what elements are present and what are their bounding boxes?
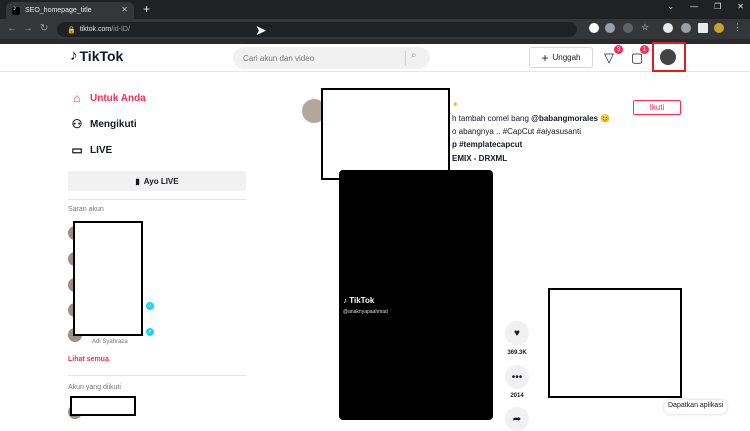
- divider: [68, 375, 246, 376]
- menu-kebab-icon[interactable]: ⋮: [733, 22, 743, 32]
- redaction-box: [321, 88, 450, 180]
- lock-icon: 🔒: [67, 26, 76, 34]
- tab-close-icon[interactable]: ✕: [121, 5, 128, 14]
- post-caption-line: o abangnya .. #CapCut #aiyasusanti: [452, 127, 581, 136]
- sparkle-icon: ✦: [452, 100, 459, 109]
- search-input[interactable]: [233, 53, 393, 63]
- caption-text: h tambah comel bang: [452, 114, 532, 123]
- window-controls: ⌄ — ❐ ✕: [667, 2, 744, 11]
- browser-tab-strip: SEO_homepage_title ✕ + ⌄ — ❐ ✕: [0, 0, 750, 19]
- reload-icon[interactable]: ↻: [40, 23, 48, 34]
- video-watermark: ♪ TikTok: [343, 296, 375, 305]
- go-live-label: Ayo LIVE: [143, 176, 179, 186]
- bookmark-star-icon[interactable]: ☆: [641, 22, 651, 32]
- forward-icon[interactable]: →: [23, 23, 33, 34]
- go-live-button[interactable]: ▮ Ayo LIVE: [68, 171, 246, 191]
- like-button[interactable]: ♥: [505, 321, 529, 345]
- comment-button[interactable]: •••: [505, 365, 529, 389]
- following-accounts-title: Akun yang diikuti: [68, 384, 121, 391]
- plus-icon: +: [541, 50, 549, 65]
- inbox-filter-icon[interactable]: ▽: [604, 50, 614, 66]
- site-header: ♪ TikTok ⌕ + Unggah ▽ 3 ▢ 1: [0, 44, 750, 72]
- post-music[interactable]: EMIX - DRXML: [452, 154, 507, 163]
- caption-emoji: 😊: [600, 114, 611, 123]
- share-icon[interactable]: [623, 23, 633, 33]
- url-host: tiktok.com: [79, 26, 112, 33]
- sidebar-item-label: Untuk Anda: [90, 92, 146, 104]
- extension-icon[interactable]: [605, 23, 615, 33]
- logo-text: TikTok: [79, 47, 124, 64]
- see-all-link[interactable]: Lihat semua: [68, 356, 109, 363]
- verified-icon: ✓: [146, 302, 154, 310]
- watermark-username: @anaknyapaahmad: [343, 309, 388, 315]
- share-arrow-icon: ➦: [512, 413, 522, 425]
- back-icon[interactable]: ←: [7, 23, 17, 34]
- heart-icon: ♥: [514, 327, 520, 339]
- search-bar: ⌕: [233, 47, 430, 69]
- post-hashtags[interactable]: p #templatecapcut: [452, 140, 522, 149]
- sidebar-item-following[interactable]: ⚇ Mengikuti: [70, 117, 137, 131]
- redaction-box: [548, 288, 682, 398]
- post-caption-line: h tambah comel bang @babangmorales 😊: [452, 114, 610, 123]
- get-app-button[interactable]: Dapatkan aplikasi: [664, 400, 728, 414]
- search-divider: [405, 51, 406, 65]
- user-avatar[interactable]: [660, 49, 676, 65]
- like-count: 369.3K: [507, 350, 527, 356]
- video-player[interactable]: ♪ TikTok @anaknyapaahmad: [339, 170, 493, 420]
- tiktok-note-icon: ♪: [70, 47, 78, 64]
- bar-chart-icon: ▮: [135, 176, 140, 186]
- sidebar: ⌂ Untuk Anda ⚇ Mengikuti ▭ LIVE ▮ Ayo LI…: [0, 72, 260, 420]
- address-bar[interactable]: 🔒 tiktok.com/id-ID/: [57, 22, 577, 37]
- comment-icon: •••: [511, 371, 523, 383]
- reading-list-icon[interactable]: [681, 23, 691, 33]
- chevron-down-icon[interactable]: ⌄: [667, 2, 674, 11]
- profile-avatar-icon[interactable]: [714, 23, 724, 33]
- users-icon: ⚇: [71, 117, 83, 131]
- browser-tab[interactable]: SEO_homepage_title ✕: [6, 2, 134, 19]
- live-icon: ▭: [71, 143, 83, 157]
- tab-title: SEO_homepage_title: [25, 7, 92, 14]
- puzzle-icon[interactable]: [663, 23, 673, 33]
- upload-button[interactable]: + Unggah: [529, 47, 593, 68]
- suggested-accounts-title: Saran akun: [68, 206, 104, 213]
- redaction-box: [70, 396, 136, 416]
- caption-mention[interactable]: @babangmorales: [531, 114, 598, 123]
- tiktok-logo[interactable]: ♪ TikTok: [70, 47, 123, 64]
- tiktok-favicon-icon: [12, 5, 20, 15]
- new-tab-icon[interactable]: +: [143, 2, 150, 16]
- sidebar-item-label: Mengikuti: [90, 118, 137, 130]
- browser-toolbar: ← → ↻ 🔒 tiktok.com/id-ID/ ☆ ⋮: [0, 19, 750, 39]
- divider: [68, 199, 246, 200]
- share-button[interactable]: ➦: [505, 407, 529, 431]
- watermark-text: TikTok: [349, 296, 375, 305]
- upload-label: Unggah: [552, 53, 581, 62]
- home-icon: ⌂: [73, 91, 81, 105]
- maximize-icon[interactable]: ❐: [714, 2, 721, 11]
- mouse-cursor-icon: ➤: [255, 22, 267, 38]
- search-icon[interactable]: ⌕: [411, 50, 417, 61]
- inbox-badge: 3: [614, 45, 623, 54]
- follow-button[interactable]: Ikuti: [633, 100, 681, 115]
- url-path: /id-ID/: [111, 26, 130, 33]
- redaction-box: [73, 221, 143, 336]
- sidebar-item-live[interactable]: ▭ LIVE: [70, 143, 112, 157]
- google-icon[interactable]: [589, 23, 599, 33]
- verified-icon: ✓: [146, 328, 154, 336]
- minimize-icon[interactable]: —: [690, 2, 698, 11]
- sidebar-item-for-you[interactable]: ⌂ Untuk Anda: [70, 91, 146, 105]
- suggested-account-name: Adi Syahraza: [92, 339, 128, 345]
- comment-count: 2014: [510, 393, 524, 399]
- messages-badge: 1: [640, 45, 649, 54]
- close-window-icon[interactable]: ✕: [737, 2, 744, 11]
- sidebar-item-label: LIVE: [90, 144, 113, 156]
- side-panel-icon[interactable]: [698, 23, 708, 33]
